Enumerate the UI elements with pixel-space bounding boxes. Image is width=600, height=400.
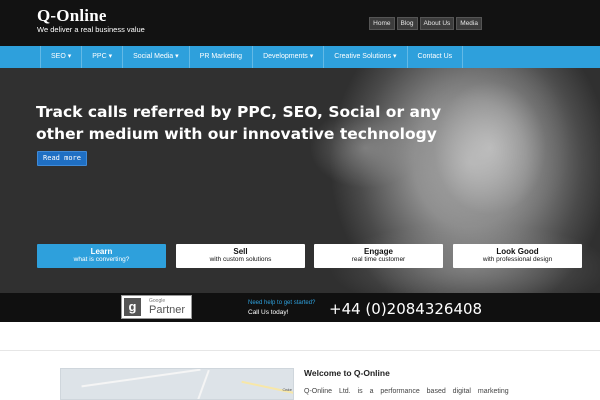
feature-subtitle: with professional design <box>482 256 553 263</box>
feature-learn-button[interactable]: Learn what is converting? <box>37 244 166 268</box>
top-link-home[interactable]: Home <box>369 17 395 30</box>
google-g-icon: g <box>124 298 141 316</box>
feature-subtitle: with custom solutions <box>209 256 272 263</box>
welcome-title: Welcome to Q-Online <box>304 368 390 378</box>
feature-title: Sell <box>233 247 248 256</box>
nav-item-ppc[interactable]: PPC ▾ <box>81 46 122 68</box>
feature-title: Learn <box>90 247 113 256</box>
nav-item-contact-us[interactable]: Contact Us <box>406 46 464 68</box>
map-label: Oake <box>282 387 292 392</box>
partner-badge-text: Partner <box>149 304 186 316</box>
map-road <box>81 369 201 388</box>
call-bar: g Google Partner Need help to get starte… <box>0 293 600 322</box>
top-link-media[interactable]: Media <box>456 17 482 30</box>
nav-item-social-media[interactable]: Social Media ▾ <box>122 46 189 68</box>
feature-sell-button[interactable]: Sell with custom solutions <box>176 244 305 268</box>
hero-title: Track calls referred by PPC, SEO, Social… <box>36 103 442 143</box>
nav-item-creative-solutions[interactable]: Creative Solutions ▾ <box>323 46 406 68</box>
call-us-text: Call Us today! <box>248 309 289 316</box>
location-map[interactable]: Oake <box>60 368 294 400</box>
feature-title: Engage <box>364 247 393 256</box>
phone-number[interactable]: +44 (0)2084326408 <box>329 300 482 318</box>
welcome-text: Q-Online Ltd. is a performance based dig… <box>304 388 509 395</box>
top-link-about[interactable]: About Us <box>419 17 455 30</box>
site-logo[interactable]: Q-Online <box>37 6 107 26</box>
site-tagline: We deliver a real business value <box>37 25 145 34</box>
nav-item-developments[interactable]: Developments ▾ <box>252 46 323 68</box>
feature-engage-button[interactable]: Engage real time customer <box>314 244 443 268</box>
nav-item-seo[interactable]: SEO ▾ <box>40 46 81 68</box>
read-more-button[interactable]: Read more <box>37 151 87 166</box>
hero-banner: Track calls referred by PPC, SEO, Social… <box>0 68 600 293</box>
site-header: Q-Online We deliver a real business valu… <box>0 0 600 46</box>
google-partner-badge[interactable]: g Google Partner <box>121 295 192 319</box>
map-road <box>194 369 210 399</box>
feature-title: Look Good <box>496 247 539 256</box>
feature-look-good-button[interactable]: Look Good with professional design <box>453 244 582 268</box>
main-nav: SEO ▾ PPC ▾ Social Media ▾ PR Marketing … <box>0 46 600 68</box>
feature-subtitle: what is converting? <box>73 256 130 263</box>
feature-subtitle: real time customer <box>351 256 406 263</box>
help-text[interactable]: Need help to get started? <box>248 300 315 306</box>
top-link-blog[interactable]: Blog <box>396 17 418 30</box>
top-links: Home Blog About Us Media <box>369 17 482 30</box>
nav-item-pr-marketing[interactable]: PR Marketing <box>188 46 252 68</box>
